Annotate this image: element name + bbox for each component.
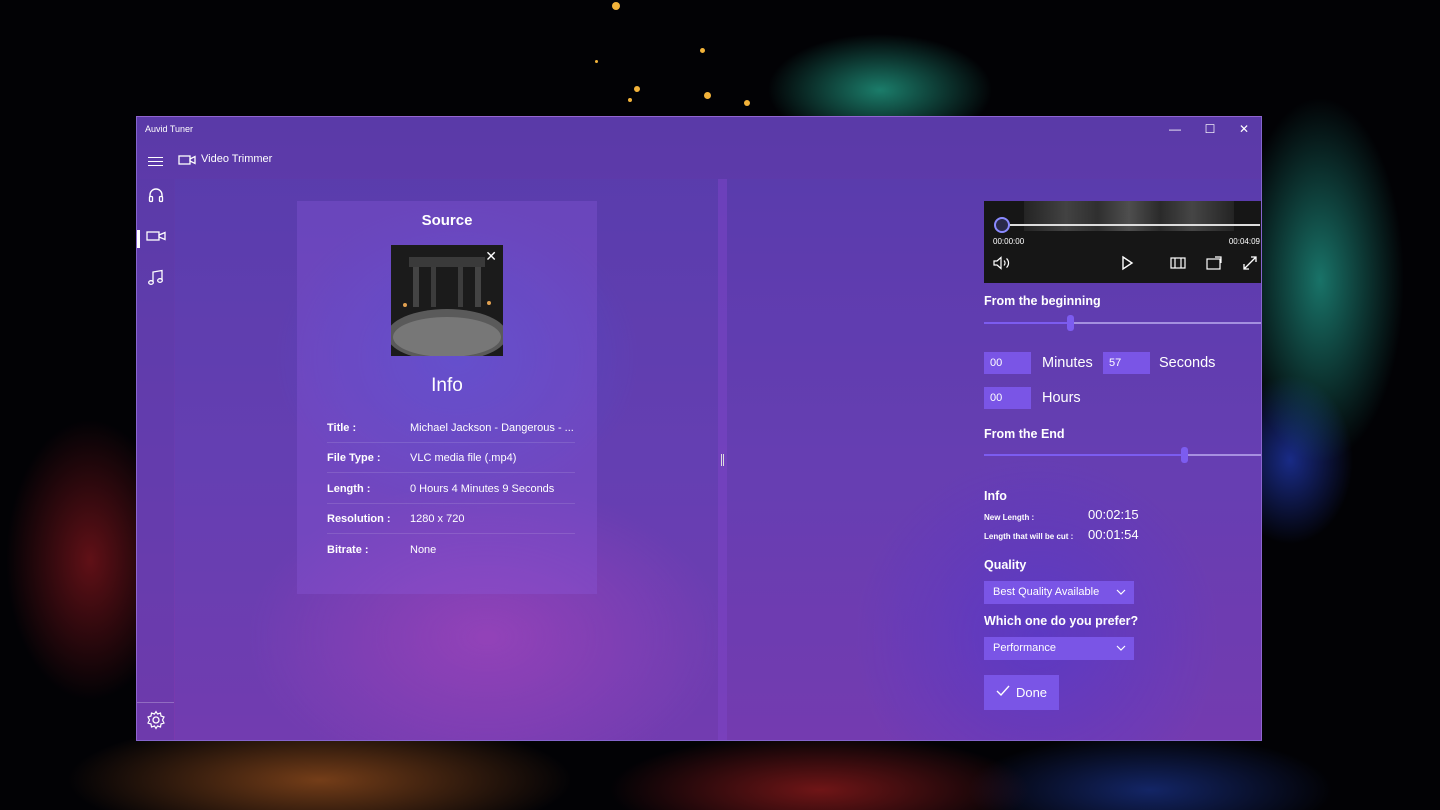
remove-file-button[interactable]: ✕ — [485, 248, 497, 265]
cast-icon — [1206, 255, 1222, 275]
sidebar-item-video[interactable] — [137, 220, 174, 256]
page-header: Video Trimmer — [137, 145, 1261, 179]
title-bar[interactable]: Auvid Tuner — ☐ ✕ — [137, 117, 1261, 141]
info-row-resolution: Resolution : 1280 x 720 — [327, 504, 575, 534]
hamburger-menu-icon[interactable] — [148, 154, 164, 168]
minutes-input[interactable] — [984, 352, 1031, 374]
background-particle — [704, 92, 711, 99]
app-window: Auvid Tuner — ☐ ✕ Video Trimmer Source ✕… — [136, 116, 1262, 741]
close-button[interactable]: ✕ — [1227, 117, 1261, 141]
info-value: Michael Jackson - Dangerous - ... — [410, 421, 574, 434]
maximize-button[interactable]: ☐ — [1193, 117, 1227, 141]
chevron-down-icon — [1116, 587, 1126, 599]
from-end-label: From the End — [984, 427, 1065, 441]
quality-selected: Best Quality Available — [993, 586, 1100, 598]
info-row-bitrate: Bitrate : None — [327, 535, 575, 565]
volume-icon — [993, 255, 1011, 275]
preference-label: Which one do you prefer? — [984, 614, 1139, 628]
total-time: 00:04:09 — [1228, 237, 1260, 246]
splitter-grip-icon — [721, 454, 724, 466]
minutes-label: Minutes — [1042, 355, 1093, 371]
aspect-ratio-icon — [1170, 256, 1186, 275]
preference-selected: Performance — [993, 642, 1056, 654]
current-time: 00:00:00 — [993, 237, 1025, 246]
music-note-icon — [147, 269, 165, 292]
info-row-length: Length : 0 Hours 4 Minutes 9 Seconds — [327, 474, 575, 504]
app-title: Auvid Tuner — [145, 124, 194, 134]
background-particle — [700, 48, 705, 53]
info-value: 0 Hours 4 Minutes 9 Seconds — [410, 482, 555, 495]
info-section-title: Info — [984, 489, 1007, 503]
fullscreen-icon — [1242, 255, 1258, 276]
volume-button[interactable] — [992, 255, 1012, 275]
pane-splitter[interactable] — [718, 179, 727, 740]
background-particle — [612, 2, 620, 10]
background-particle — [744, 100, 750, 106]
aspect-ratio-button[interactable] — [1168, 256, 1188, 274]
chevron-down-icon — [1116, 643, 1126, 655]
info-title: Info — [431, 375, 463, 396]
from-end-slider[interactable] — [984, 447, 1261, 463]
sidebar-item-audio[interactable] — [137, 179, 174, 215]
slider-fill — [984, 454, 1184, 456]
preference-dropdown[interactable]: Performance — [984, 637, 1134, 660]
quality-label: Quality — [984, 558, 1027, 572]
trim-pane: 00:00:00 00:04:09 From the beginning 00 … — [727, 179, 1261, 740]
minimize-button[interactable]: — — [1158, 117, 1192, 141]
from-beginning-label: From the beginning — [984, 294, 1101, 308]
info-value: None — [410, 544, 437, 556]
sidebar-item-music[interactable] — [137, 262, 174, 298]
slider-fill — [984, 322, 1070, 324]
source-title: Source — [421, 212, 473, 229]
video-camera-icon — [145, 229, 166, 248]
sidebar — [137, 179, 174, 740]
background-particle — [595, 60, 598, 63]
new-length-label: New Length : — [984, 513, 1035, 522]
new-length-value: 00:02:15 — [1088, 507, 1139, 522]
source-card: Source ✕ Info Title : Michael Jackson - … — [297, 201, 597, 594]
slider-thumb[interactable] — [1067, 315, 1074, 331]
hours-label: Hours — [1042, 390, 1081, 406]
info-key: Length : — [327, 482, 371, 495]
video-player[interactable]: 00:00:00 00:04:09 — [984, 201, 1261, 283]
checkmark-icon — [996, 685, 1010, 700]
info-row-title: Title : Michael Jackson - Dangerous - ..… — [327, 413, 575, 443]
cut-length-value: 00:01:54 — [1088, 527, 1139, 542]
seconds-label: Seconds — [1159, 355, 1216, 371]
background-particle — [634, 86, 640, 92]
page-title: Video Trimmer — [201, 153, 273, 165]
info-key: File Type : — [327, 451, 381, 464]
slider-thumb[interactable] — [1181, 447, 1188, 463]
video-thumbnail: ✕ — [391, 245, 503, 356]
done-label: Done — [1015, 685, 1048, 700]
seek-bar[interactable] — [1002, 224, 1260, 226]
quality-dropdown[interactable]: Best Quality Available — [984, 581, 1134, 604]
source-pane: Source ✕ Info Title : Michael Jackson - … — [175, 179, 718, 740]
cast-button[interactable] — [1204, 255, 1224, 275]
video-frame — [1024, 201, 1234, 231]
headphones-icon — [147, 186, 165, 209]
info-key: Resolution : — [327, 512, 391, 525]
gear-icon — [146, 710, 166, 735]
seconds-input[interactable] — [1103, 352, 1150, 374]
done-button[interactable]: Done — [984, 675, 1059, 710]
from-beginning-slider[interactable] — [984, 315, 1261, 331]
info-key: Title : — [327, 421, 357, 434]
cut-length-label: Length that will be cut : — [984, 532, 1074, 541]
hours-input[interactable] — [984, 387, 1031, 409]
play-button[interactable] — [1117, 255, 1137, 276]
info-value: VLC media file (.mp4) — [410, 451, 517, 464]
info-value: 1280 x 720 — [410, 512, 465, 525]
seek-thumb[interactable] — [994, 217, 1010, 233]
fullscreen-button[interactable] — [1240, 255, 1260, 276]
video-camera-icon — [178, 153, 196, 172]
info-key: Bitrate : — [327, 544, 369, 556]
settings-button[interactable] — [137, 702, 174, 740]
play-icon — [1120, 255, 1134, 276]
info-row-file-type: File Type : VLC media file (.mp4) — [327, 443, 575, 473]
background-particle — [628, 98, 632, 102]
